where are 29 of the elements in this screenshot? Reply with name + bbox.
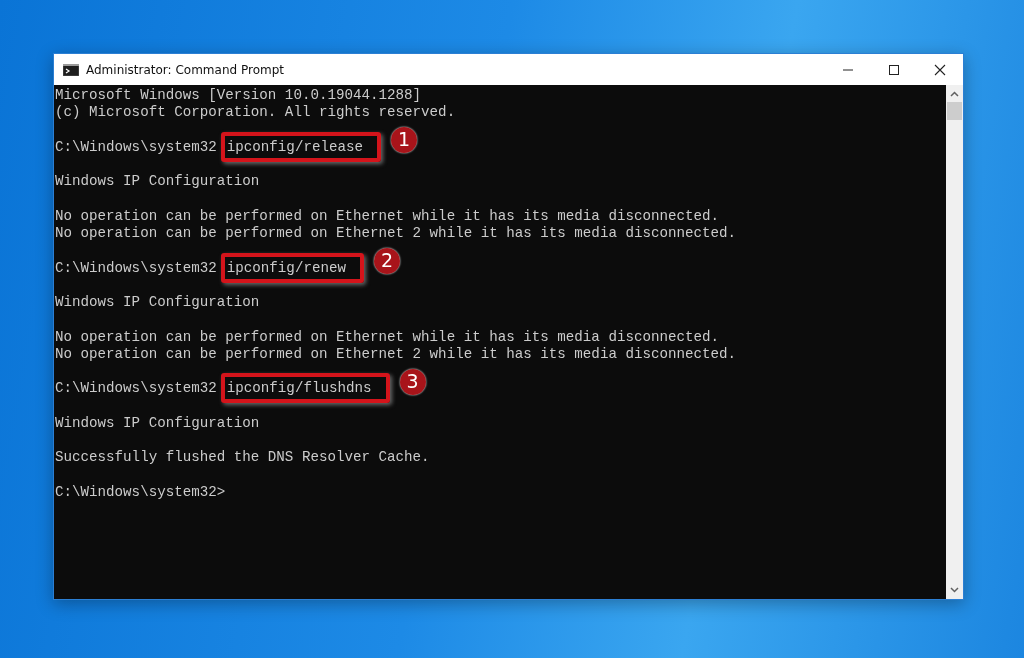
scroll-up-icon[interactable]: [950, 91, 959, 97]
console-line: Microsoft Windows [Version 10.0.19044.1288]: [55, 87, 423, 105]
command-prompt-path: C:\Windows\system32: [55, 380, 217, 397]
console-line: Successfully flushed the DNS Resolver Cache.: [55, 449, 431, 467]
console-icon: [63, 63, 79, 76]
console-line: No operation can be performed on Ethernet while it has its media disconnected.: [55, 207, 721, 225]
console-line: C:\Windows\system32>: [55, 483, 227, 501]
step-number-badge: 3: [399, 368, 426, 395]
window-title: Administrator: Command Prompt: [86, 62, 285, 77]
console-line: (c) Microsoft Corporation. All rights reserved.: [55, 104, 457, 122]
scroll-down-icon[interactable]: [950, 587, 959, 593]
console-line: Windows IP Configuration: [55, 173, 261, 191]
command-prompt-path: C:\Windows\system32: [55, 138, 217, 155]
console-line: No operation can be performed on Ethernet while it has its media disconnected.: [55, 328, 721, 346]
maximize-icon: [888, 63, 900, 76]
minimize-icon: [843, 68, 853, 71]
step-number-badge: 1: [391, 127, 417, 153]
console-line: Windows IP Configuration: [55, 294, 261, 312]
step-number-badge: 2: [373, 247, 400, 274]
console-line: No operation can be performed on Ethernet 2 while it has its media disconnected.: [55, 345, 738, 363]
console-line: Windows IP Configuration: [55, 414, 261, 432]
close-icon: [934, 63, 946, 76]
highlighted-command: ipconfig/release: [220, 131, 381, 162]
console-line: No operation can be performed on Ethernet 2 while it has its media disconnected.: [55, 225, 738, 243]
scrollbar[interactable]: [946, 85, 963, 599]
highlighted-command: ipconfig/renew: [220, 252, 364, 283]
highlighted-command: ipconfig/flushdns: [220, 373, 390, 404]
command-prompt-path: C:\Windows\system32: [55, 259, 217, 276]
scroll-thumb[interactable]: [947, 102, 962, 120]
